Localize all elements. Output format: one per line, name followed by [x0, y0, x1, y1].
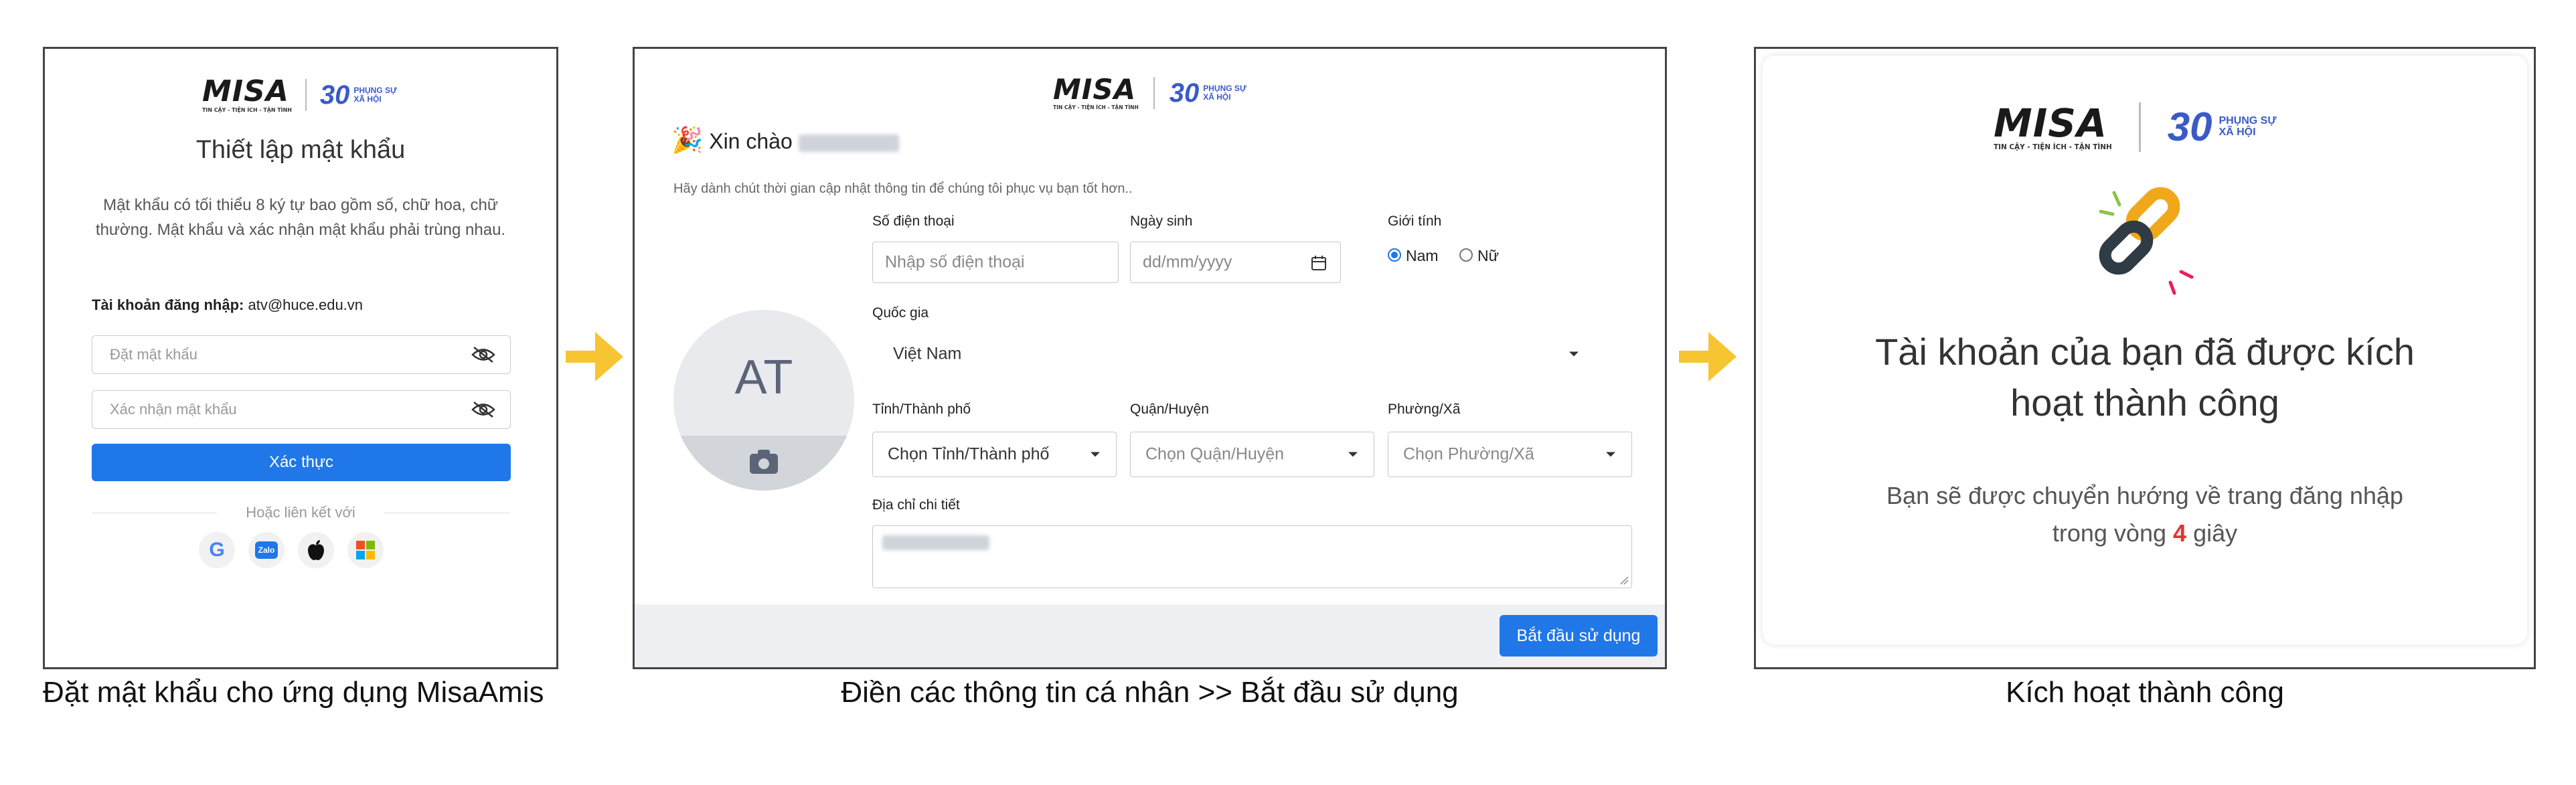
eye-off-icon[interactable]: [470, 401, 497, 418]
misa-logo: MISA TIN CẬY - TIỆN ÍCH - TẬN TÌNH 30 PHỤ…: [202, 77, 397, 113]
gender-male-label[interactable]: Nam: [1406, 247, 1439, 265]
phone-placeholder: Nhập số điện thoại: [885, 252, 1025, 272]
dob-label: Ngày sinh: [1130, 213, 1193, 229]
arrow-right-icon: [566, 327, 626, 387]
country-value: Việt Nam: [893, 344, 962, 363]
form-subtitle: Hãy dành chút thời gian cập nhật thông t…: [673, 181, 1133, 196]
link-icon: [2099, 187, 2194, 295]
gender-female-radio[interactable]: [1459, 248, 1473, 262]
password-input[interactable]: Đặt mật khẩu: [92, 335, 511, 374]
password-rules: Mật khẩu có tối thiểu 8 ký tự bao gồm số…: [95, 196, 506, 239]
password-placeholder: Đặt mật khẩu: [110, 346, 197, 363]
greeting-text: Xin chào: [709, 129, 793, 153]
arrow-right-icon: [1679, 327, 1739, 387]
slogan-line1: PHỤNG SỰ: [1203, 84, 1246, 94]
account-value: atv@huce.edu.vn: [248, 296, 364, 313]
district-label: Quận/Huyện: [1130, 402, 1209, 417]
caption-step2: Điền các thông tin cá nhân >> Bắt đầu sử…: [841, 676, 1459, 709]
slogan-line1: PHỤNG SỰ: [2219, 115, 2277, 127]
phone-input[interactable]: Nhập số điện thoại: [872, 242, 1119, 283]
ward-placeholder: Chọn Phường/Xã: [1403, 444, 1534, 464]
slogan-line2: XÃ HỘI: [2219, 126, 2256, 138]
zalo-text: Zalo: [254, 541, 278, 559]
brand-text: MISA: [1994, 100, 2107, 146]
address-textarea[interactable]: [872, 525, 1632, 588]
activation-success-panel: MISA TIN CẬY - TIỆN ÍCH - TẬN TÌNH 30 PHỤ…: [1754, 47, 2536, 669]
confirm-placeholder: Xác nhận mật khẩu: [110, 401, 237, 418]
chevron-down-icon: [1569, 351, 1579, 357]
dob-placeholder: dd/mm/yyyy: [1143, 252, 1232, 272]
start-using-button[interactable]: Bắt đầu sử dụng: [1500, 615, 1658, 657]
confirm-password-input[interactable]: Xác nhận mật khẩu: [92, 390, 511, 429]
caption-step3: Kích hoạt thành công: [2006, 676, 2284, 709]
address-label: Địa chỉ chi tiết: [872, 497, 960, 513]
brand-tagline: TIN CẬY - TIỆN ÍCH - TẬN TÌNH: [202, 107, 292, 113]
party-icon: 🎉: [671, 126, 704, 155]
profile-form-panel: MISA TIN CẬY - TIỆN ÍCH - TẬN TÌNH 30 PHỤ…: [633, 47, 1667, 669]
ward-label: Phường/Xã: [1388, 402, 1461, 417]
brand-text: MISA: [202, 74, 289, 108]
zalo-icon[interactable]: Zalo: [248, 532, 285, 568]
avatar-initials: AT: [734, 351, 793, 404]
district-select[interactable]: Chọn Quận/Huyện: [1130, 432, 1374, 477]
user-name-redacted: [798, 134, 899, 152]
misa-logo: MISA TIN CẬY - TIỆN ÍCH - TẬN TÌNH 30 PHỤ…: [1994, 102, 2277, 152]
address-redacted: [882, 535, 989, 550]
anniversary-badge: 30: [1169, 78, 1200, 108]
form-footer: Bắt đầu sử dụng: [635, 604, 1665, 667]
redirect-text: Bạn sẽ được chuyển hướng về trang đăng n…: [1886, 482, 2403, 547]
anniversary-badge: 30: [2167, 104, 2212, 149]
province-placeholder: Chọn Tỉnh/Thành phố: [888, 444, 1050, 464]
dob-input[interactable]: dd/mm/yyyy: [1130, 242, 1341, 283]
brand-tagline: TIN CẬY - TIỆN ÍCH - TẬN TÌNH: [1053, 104, 1139, 110]
apple-icon[interactable]: [298, 532, 334, 568]
account-label: Tài khoản đăng nhập:: [92, 296, 244, 313]
google-icon[interactable]: G: [199, 532, 235, 568]
country-label: Quốc gia: [872, 305, 929, 321]
misa-logo: MISA TIN CẬY - TIỆN ÍCH - TẬN TÌNH 30 PHỤ…: [1053, 76, 1246, 110]
gender-label: Giới tính: [1388, 213, 1442, 229]
eye-off-icon[interactable]: [470, 346, 497, 363]
resize-handle-icon[interactable]: [1619, 576, 1629, 585]
success-title: Tài khoản của bạn đã được kích hoạt thàn…: [1875, 331, 2415, 424]
countdown-number: 4: [2173, 519, 2187, 547]
caption-step1: Đặt mật khẩu cho ứng dụng MisaAmis: [43, 676, 544, 709]
slogan-line2: XÃ HỘI: [1203, 92, 1231, 102]
set-password-panel: MISA TIN CẬY - TIỆN ÍCH - TẬN TÌNH 30 PHỤ…: [43, 47, 558, 669]
chevron-down-icon: [1091, 452, 1100, 457]
redirect-message: Bạn sẽ được chuyển hướng về trang đăng n…: [1756, 477, 2534, 552]
brand-tagline: TIN CẬY - TIỆN ÍCH - TẬN TÌNH: [1994, 143, 2112, 151]
redirect-unit: giây: [2193, 519, 2238, 547]
verify-button[interactable]: Xác thực: [92, 444, 511, 481]
country-select[interactable]: Việt Nam: [872, 333, 1595, 375]
greeting: 🎉 Xin chào: [671, 126, 899, 155]
anniversary-badge: 30: [319, 80, 350, 110]
microsoft-icon[interactable]: [347, 532, 384, 568]
gender-female-label[interactable]: Nữ: [1477, 247, 1499, 265]
avatar[interactable]: AT: [673, 310, 854, 491]
brand-text: MISA: [1053, 73, 1137, 106]
chevron-down-icon: [1606, 452, 1615, 457]
calendar-icon[interactable]: [1311, 255, 1327, 271]
camera-icon[interactable]: [748, 448, 779, 475]
link-with-label: Hoặc liên kết với: [92, 504, 509, 521]
phone-label: Số điện thoại: [872, 213, 955, 229]
gender-male-radio[interactable]: [1388, 248, 1401, 262]
page-title: Thiết lập mật khẩu: [195, 136, 406, 164]
district-placeholder: Chọn Quận/Huyện: [1145, 444, 1285, 464]
chevron-down-icon: [1348, 452, 1358, 457]
province-select[interactable]: Chọn Tỉnh/Thành phố: [872, 432, 1117, 477]
province-label: Tỉnh/Thành phố: [872, 402, 971, 417]
slogan-line2: XÃ HỘI: [353, 94, 382, 104]
ward-select[interactable]: Chọn Phường/Xã: [1388, 432, 1632, 477]
account-line: Tài khoản đăng nhập: atv@huce.edu.vn: [92, 296, 363, 314]
